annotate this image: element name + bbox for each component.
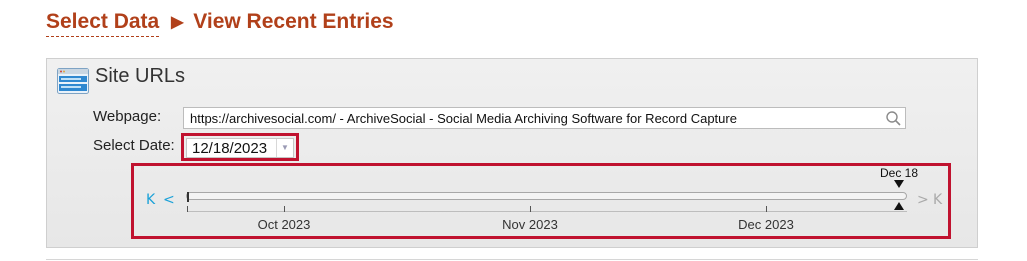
- timeline-first-button[interactable]: K: [146, 193, 155, 207]
- divider: [46, 259, 978, 260]
- selected-date-label: Dec 18: [879, 166, 919, 180]
- breadcrumb: Select Data ▶ View Recent Entries: [46, 10, 394, 37]
- webpage-label: Webpage:: [93, 108, 162, 125]
- selected-date-marker[interactable]: [894, 180, 904, 188]
- select-date-label: Select Date:: [93, 137, 175, 154]
- panel-title: Site URLs: [95, 65, 186, 87]
- timeline-highlight-frame: K < Dec 18 Oct 2023 Nov 2023 Dec 2023 > …: [131, 163, 951, 239]
- axis-tick: [530, 206, 531, 212]
- chevron-down-icon[interactable]: ▼: [276, 139, 293, 157]
- timeline-prev-button[interactable]: <: [163, 193, 175, 207]
- axis-tick: [766, 206, 767, 212]
- date-input[interactable]: 12/18/2023 ▼: [186, 138, 294, 158]
- page-title: View Recent Entries: [193, 10, 394, 33]
- breadcrumb-separator-icon: ▶: [171, 14, 184, 31]
- timeline-last-button[interactable]: K: [933, 193, 942, 207]
- month-label-nov: Nov 2023: [502, 217, 558, 232]
- timeline-track[interactable]: [186, 192, 907, 200]
- window-list-icon: [57, 68, 89, 94]
- axis-tick: [187, 206, 188, 212]
- axis-tick: [284, 206, 285, 212]
- search-icon[interactable]: [885, 110, 902, 127]
- breadcrumb-select-data-link[interactable]: Select Data: [46, 10, 160, 37]
- site-urls-panel: Site URLs Webpage: https://archivesocial…: [46, 58, 978, 248]
- timeline-start-tick: [187, 192, 189, 202]
- webpage-value: https://archivesocial.com/ - ArchiveSoci…: [190, 111, 737, 126]
- date-value: 12/18/2023: [192, 140, 268, 157]
- timeline-axis: [187, 211, 907, 212]
- selected-date-pointer: [894, 202, 904, 210]
- date-highlight-frame: 12/18/2023 ▼: [181, 133, 299, 161]
- timeline-next-button[interactable]: >: [917, 193, 929, 207]
- month-label-oct: Oct 2023: [257, 217, 311, 232]
- month-label-dec: Dec 2023: [738, 217, 794, 232]
- webpage-field[interactable]: https://archivesocial.com/ - ArchiveSoci…: [183, 107, 906, 129]
